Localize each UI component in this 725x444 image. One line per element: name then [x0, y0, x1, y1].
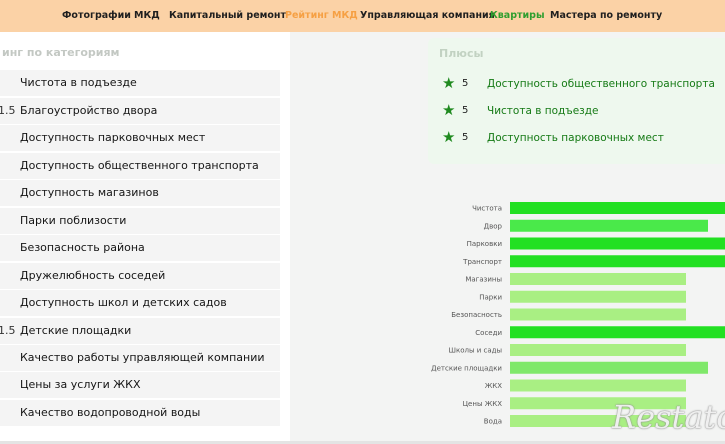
rating-row: Доступность парковочных мест	[0, 125, 280, 151]
chart-bar	[510, 219, 708, 232]
rating-row-label: Детские площадки	[20, 324, 132, 337]
rating-row: Доступность магазинов	[0, 180, 280, 206]
nav-item-mkd[interactable]: МКД	[134, 10, 160, 21]
chart-bar	[510, 237, 725, 250]
chart-category-label: Соседи	[475, 329, 502, 337]
rating-row-label: Качество работы управляющей компании	[20, 351, 265, 364]
pros-item-label: Доступность общественного транспорта	[487, 78, 715, 90]
chart-category-label: Школы и сады	[448, 347, 502, 355]
chart-bar	[510, 255, 725, 268]
rating-row: Парки поблизости	[0, 208, 280, 234]
category-rating-title: инг по категориям	[2, 46, 120, 59]
rating-row-label: Доступность общественного транспорта	[20, 159, 259, 172]
chart-category-label: ЖКХ	[485, 382, 503, 390]
chart-bar	[510, 290, 686, 303]
nav-item-rating-mkd[interactable]: Рейтинг МКД	[285, 10, 358, 21]
chart-category-label: Транспорт	[462, 258, 502, 266]
chart-bar	[510, 273, 686, 285]
chart-category-label: Парки	[479, 293, 502, 301]
chart-category-label: Парковки	[467, 240, 502, 248]
restato-watermark: Restato	[612, 398, 725, 436]
chart-bar	[510, 361, 708, 374]
chart-bar	[510, 344, 686, 356]
chart-bar	[510, 326, 725, 339]
nav-item-management-company[interactable]: Управляющая компания	[360, 10, 495, 21]
top-navigation: Фотографии МКД Капитальный ремонт Рейтин…	[0, 0, 725, 32]
star-icon: ★	[442, 128, 456, 146]
pros-title: Плюсы	[439, 47, 484, 60]
nav-item-apartments[interactable]: Квартиры	[490, 10, 545, 21]
page: Фотографии МКД Капитальный ремонт Рейтин…	[0, 0, 725, 444]
chart-category-label: Детские площадки	[431, 364, 502, 372]
rating-row-label: Благоустройство двора	[20, 104, 158, 117]
rating-row-label: Доступность магазинов	[20, 186, 159, 199]
rating-row-label: Дружелюбность соседей	[20, 269, 166, 282]
rating-row-score: 1.5	[0, 104, 16, 117]
chart-category-label: Цены ЖКХ	[463, 400, 503, 408]
pros-item-label: Доступность парковочных мест	[487, 132, 664, 144]
rating-row-score: 1.5	[0, 324, 16, 337]
rating-row: 1.5 Детские площадки	[0, 318, 280, 344]
nav-item-capital-repair[interactable]: Капитальный ремонт	[169, 10, 286, 21]
pros-item-score: 5	[462, 78, 469, 89]
category-rating-panel: инг по категориям Чистота в подъезде 1.5…	[0, 32, 290, 444]
chart-bar	[510, 202, 725, 214]
pros-item-score: 5	[462, 132, 469, 143]
pros-card: Плюсы ★ 5 Доступность общественного тран…	[428, 38, 725, 164]
rating-row-label: Доступность парковочных мест	[20, 131, 206, 144]
rating-row: Цены за услуги ЖКХ	[0, 372, 280, 398]
rating-row: Дружелюбность соседей	[0, 263, 280, 289]
chart-category-label: Вода	[484, 418, 502, 426]
rating-row: Качество работы управляющей компании	[0, 345, 280, 371]
chart-bar	[510, 379, 686, 392]
chart-category-label: Двор	[484, 222, 503, 230]
rating-row: Чистота в подъезде	[0, 70, 280, 96]
rating-row: Безопасность района	[0, 235, 280, 261]
rating-row-label: Качество водопроводной воды	[20, 406, 201, 419]
rating-row-label: Парки поблизости	[20, 214, 127, 227]
rating-row-label: Цены за услуги ЖКХ	[20, 378, 141, 391]
chart-category-label: Безопасность	[451, 311, 502, 319]
rating-row-label: Доступность школ и детских садов	[20, 296, 227, 309]
pros-item-score: 5	[462, 105, 469, 116]
rating-row: Доступность общественного транспорта	[0, 153, 280, 179]
pros-item-label: Чистота в подъезде	[487, 105, 599, 117]
rating-row-label: Чистота в подъезде	[20, 76, 137, 89]
rating-row: Доступность школ и детских садов	[0, 290, 280, 316]
rating-row-label: Безопасность района	[20, 241, 145, 254]
chart-category-label: Чистота	[472, 205, 502, 213]
nav-item-photos[interactable]: Фотографии	[62, 10, 131, 21]
nav-item-repair-masters[interactable]: Мастера по ремонту	[550, 10, 662, 21]
chart-bar	[510, 308, 686, 321]
rating-row: Качество водопроводной воды	[0, 400, 280, 426]
star-icon: ★	[442, 74, 456, 92]
chart-category-label: Магазины	[465, 276, 502, 284]
star-icon: ★	[442, 101, 456, 119]
rating-row: 1.5 Благоустройство двора	[0, 98, 280, 124]
